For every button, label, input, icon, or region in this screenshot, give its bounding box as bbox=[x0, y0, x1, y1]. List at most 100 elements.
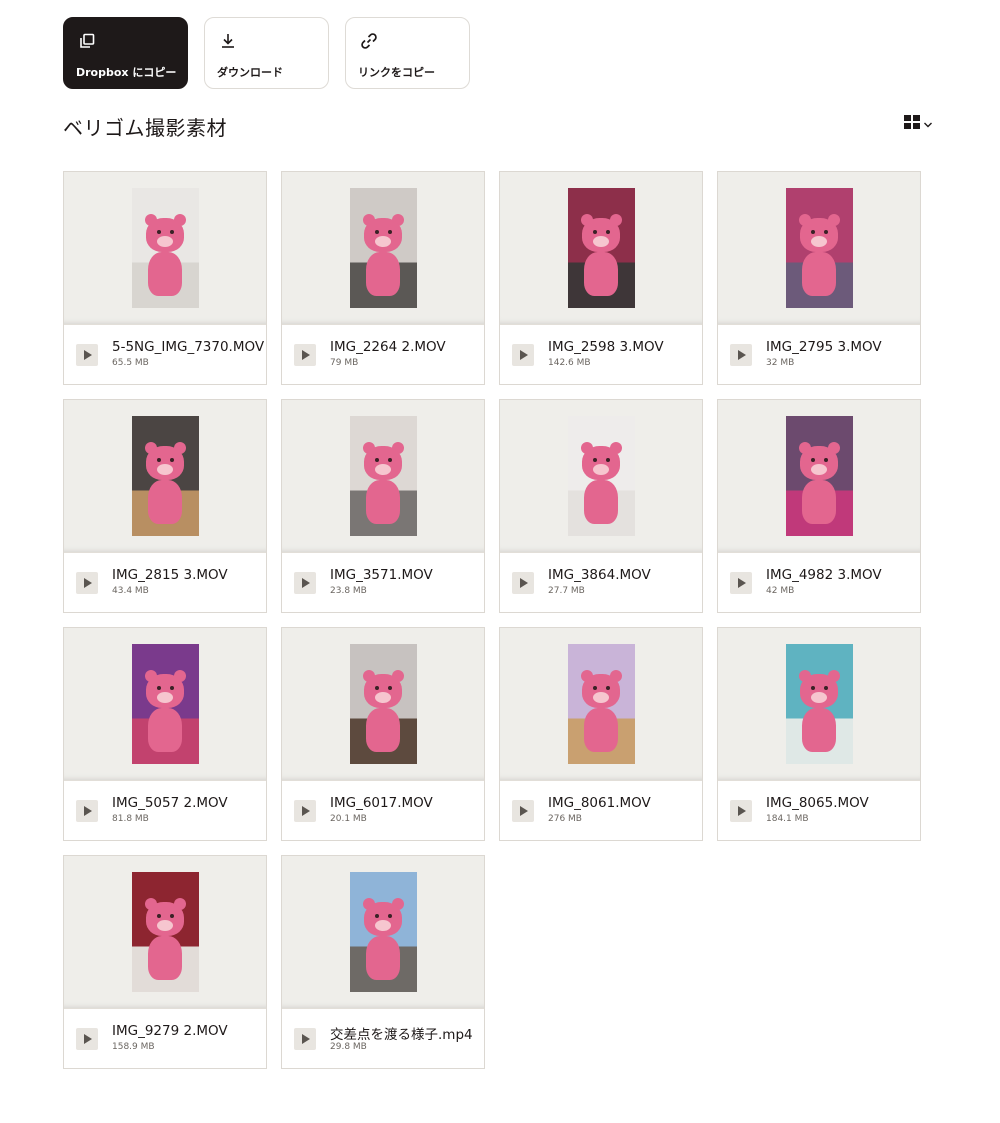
file-size: 27.7 MB bbox=[548, 586, 585, 596]
file-info: IMG_4982 3.MOV 42 MB bbox=[718, 553, 920, 612]
file-info: IMG_5057 2.MOV 81.8 MB bbox=[64, 781, 266, 840]
thumbnail-image bbox=[567, 644, 635, 764]
file-card[interactable]: IMG_9279 2.MOV 158.9 MB bbox=[63, 855, 267, 1069]
copy-link-button[interactable]: リンクをコピー bbox=[345, 17, 470, 89]
file-size: 42 MB bbox=[766, 586, 795, 596]
link-icon bbox=[360, 32, 378, 50]
file-info: 交差点を渡る様子.mp4 29.8 MB bbox=[282, 1009, 484, 1068]
file-size: 65.5 MB bbox=[112, 358, 149, 368]
file-name: IMG_9279 2.MOV bbox=[112, 1023, 228, 1039]
file-name: 5-5NG_IMG_7370.MOV bbox=[112, 339, 265, 355]
folder-title: ベリゴム撮影素材 bbox=[63, 116, 227, 140]
file-grid: 5-5NG_IMG_7370.MOV 65.5 MB IMG_2264 2.MOV 7… bbox=[63, 171, 921, 1069]
video-thumbnail bbox=[64, 856, 266, 1009]
file-size: 32 MB bbox=[766, 358, 795, 368]
play-icon[interactable] bbox=[294, 1028, 316, 1050]
file-card[interactable]: IMG_3571.MOV 23.8 MB bbox=[281, 399, 485, 613]
copy-link-label: リンクをコピー bbox=[358, 66, 435, 79]
file-name: 交差点を渡る様子.mp4 bbox=[330, 1027, 473, 1043]
play-icon[interactable] bbox=[76, 344, 98, 366]
file-size: 142.6 MB bbox=[548, 358, 591, 368]
file-info: IMG_9279 2.MOV 158.9 MB bbox=[64, 1009, 266, 1068]
file-name: IMG_5057 2.MOV bbox=[112, 795, 228, 811]
thumbnail-image bbox=[785, 644, 853, 764]
play-icon[interactable] bbox=[76, 1028, 98, 1050]
file-card[interactable]: 5-5NG_IMG_7370.MOV 65.5 MB bbox=[63, 171, 267, 385]
play-icon[interactable] bbox=[294, 344, 316, 366]
file-card[interactable]: IMG_2598 3.MOV 142.6 MB bbox=[499, 171, 703, 385]
file-name: IMG_3864.MOV bbox=[548, 567, 651, 583]
file-card[interactable]: IMG_3864.MOV 27.7 MB bbox=[499, 399, 703, 613]
file-name: IMG_4982 3.MOV bbox=[766, 567, 882, 583]
play-icon[interactable] bbox=[294, 572, 316, 594]
file-name: IMG_8065.MOV bbox=[766, 795, 869, 811]
play-icon[interactable] bbox=[512, 344, 534, 366]
file-info: IMG_6017.MOV 20.1 MB bbox=[282, 781, 484, 840]
thumbnail-image bbox=[131, 872, 199, 992]
file-size: 79 MB bbox=[330, 358, 359, 368]
thumbnail-image bbox=[567, 188, 635, 308]
file-name: IMG_2795 3.MOV bbox=[766, 339, 882, 355]
download-button[interactable]: ダウンロード bbox=[204, 17, 329, 89]
thumbnail-image bbox=[131, 416, 199, 536]
video-thumbnail bbox=[64, 628, 266, 781]
video-thumbnail bbox=[718, 628, 920, 781]
video-thumbnail bbox=[282, 856, 484, 1009]
file-card[interactable]: IMG_8061.MOV 276 MB bbox=[499, 627, 703, 841]
video-thumbnail bbox=[282, 628, 484, 781]
thumbnail-image bbox=[349, 188, 417, 308]
file-info: IMG_2815 3.MOV 43.4 MB bbox=[64, 553, 266, 612]
file-name: IMG_3571.MOV bbox=[330, 567, 433, 583]
file-name: IMG_2815 3.MOV bbox=[112, 567, 228, 583]
play-icon[interactable] bbox=[730, 800, 752, 822]
thumbnail-image bbox=[785, 416, 853, 536]
chevron-down-icon bbox=[923, 114, 933, 133]
thumbnail-image bbox=[131, 188, 199, 308]
grid-view-icon bbox=[904, 114, 920, 133]
play-icon[interactable] bbox=[512, 572, 534, 594]
file-size: 158.9 MB bbox=[112, 1042, 155, 1052]
file-name: IMG_8061.MOV bbox=[548, 795, 651, 811]
play-icon[interactable] bbox=[76, 800, 98, 822]
file-info: IMG_2795 3.MOV 32 MB bbox=[718, 325, 920, 384]
video-thumbnail bbox=[500, 400, 702, 553]
file-card[interactable]: IMG_2264 2.MOV 79 MB bbox=[281, 171, 485, 385]
file-name: IMG_6017.MOV bbox=[330, 795, 433, 811]
file-info: IMG_8065.MOV 184.1 MB bbox=[718, 781, 920, 840]
download-icon bbox=[219, 32, 237, 50]
file-size: 43.4 MB bbox=[112, 586, 149, 596]
video-thumbnail bbox=[718, 400, 920, 553]
file-info: IMG_3864.MOV 27.7 MB bbox=[500, 553, 702, 612]
file-size: 276 MB bbox=[548, 814, 582, 824]
play-icon[interactable] bbox=[512, 800, 534, 822]
thumbnail-image bbox=[131, 644, 199, 764]
thumbnail-image bbox=[349, 872, 417, 992]
play-icon[interactable] bbox=[76, 572, 98, 594]
file-card[interactable]: IMG_4982 3.MOV 42 MB bbox=[717, 399, 921, 613]
copy-to-dropbox-label: Dropbox にコピー bbox=[76, 66, 177, 79]
file-name: IMG_2598 3.MOV bbox=[548, 339, 664, 355]
file-card[interactable]: IMG_6017.MOV 20.1 MB bbox=[281, 627, 485, 841]
play-icon[interactable] bbox=[730, 344, 752, 366]
action-bar: Dropbox にコピー ダウンロード リンクをコピー bbox=[63, 17, 470, 89]
thumbnail-image bbox=[785, 188, 853, 308]
file-card[interactable]: IMG_2795 3.MOV 32 MB bbox=[717, 171, 921, 385]
video-thumbnail bbox=[282, 172, 484, 325]
thumbnail-image bbox=[349, 644, 417, 764]
file-card[interactable]: 交差点を渡る様子.mp4 29.8 MB bbox=[281, 855, 485, 1069]
video-thumbnail bbox=[64, 172, 266, 325]
file-card[interactable]: IMG_2815 3.MOV 43.4 MB bbox=[63, 399, 267, 613]
file-info: IMG_2598 3.MOV 142.6 MB bbox=[500, 325, 702, 384]
play-icon[interactable] bbox=[730, 572, 752, 594]
play-icon[interactable] bbox=[294, 800, 316, 822]
view-toggle-button[interactable] bbox=[904, 114, 940, 132]
file-size: 81.8 MB bbox=[112, 814, 149, 824]
thumbnail-image bbox=[349, 416, 417, 536]
file-card[interactable]: IMG_5057 2.MOV 81.8 MB bbox=[63, 627, 267, 841]
copy-to-dropbox-button[interactable]: Dropbox にコピー bbox=[63, 17, 188, 89]
video-thumbnail bbox=[500, 628, 702, 781]
download-label: ダウンロード bbox=[217, 66, 283, 79]
file-size: 184.1 MB bbox=[766, 814, 809, 824]
file-card[interactable]: IMG_8065.MOV 184.1 MB bbox=[717, 627, 921, 841]
file-size: 20.1 MB bbox=[330, 814, 367, 824]
